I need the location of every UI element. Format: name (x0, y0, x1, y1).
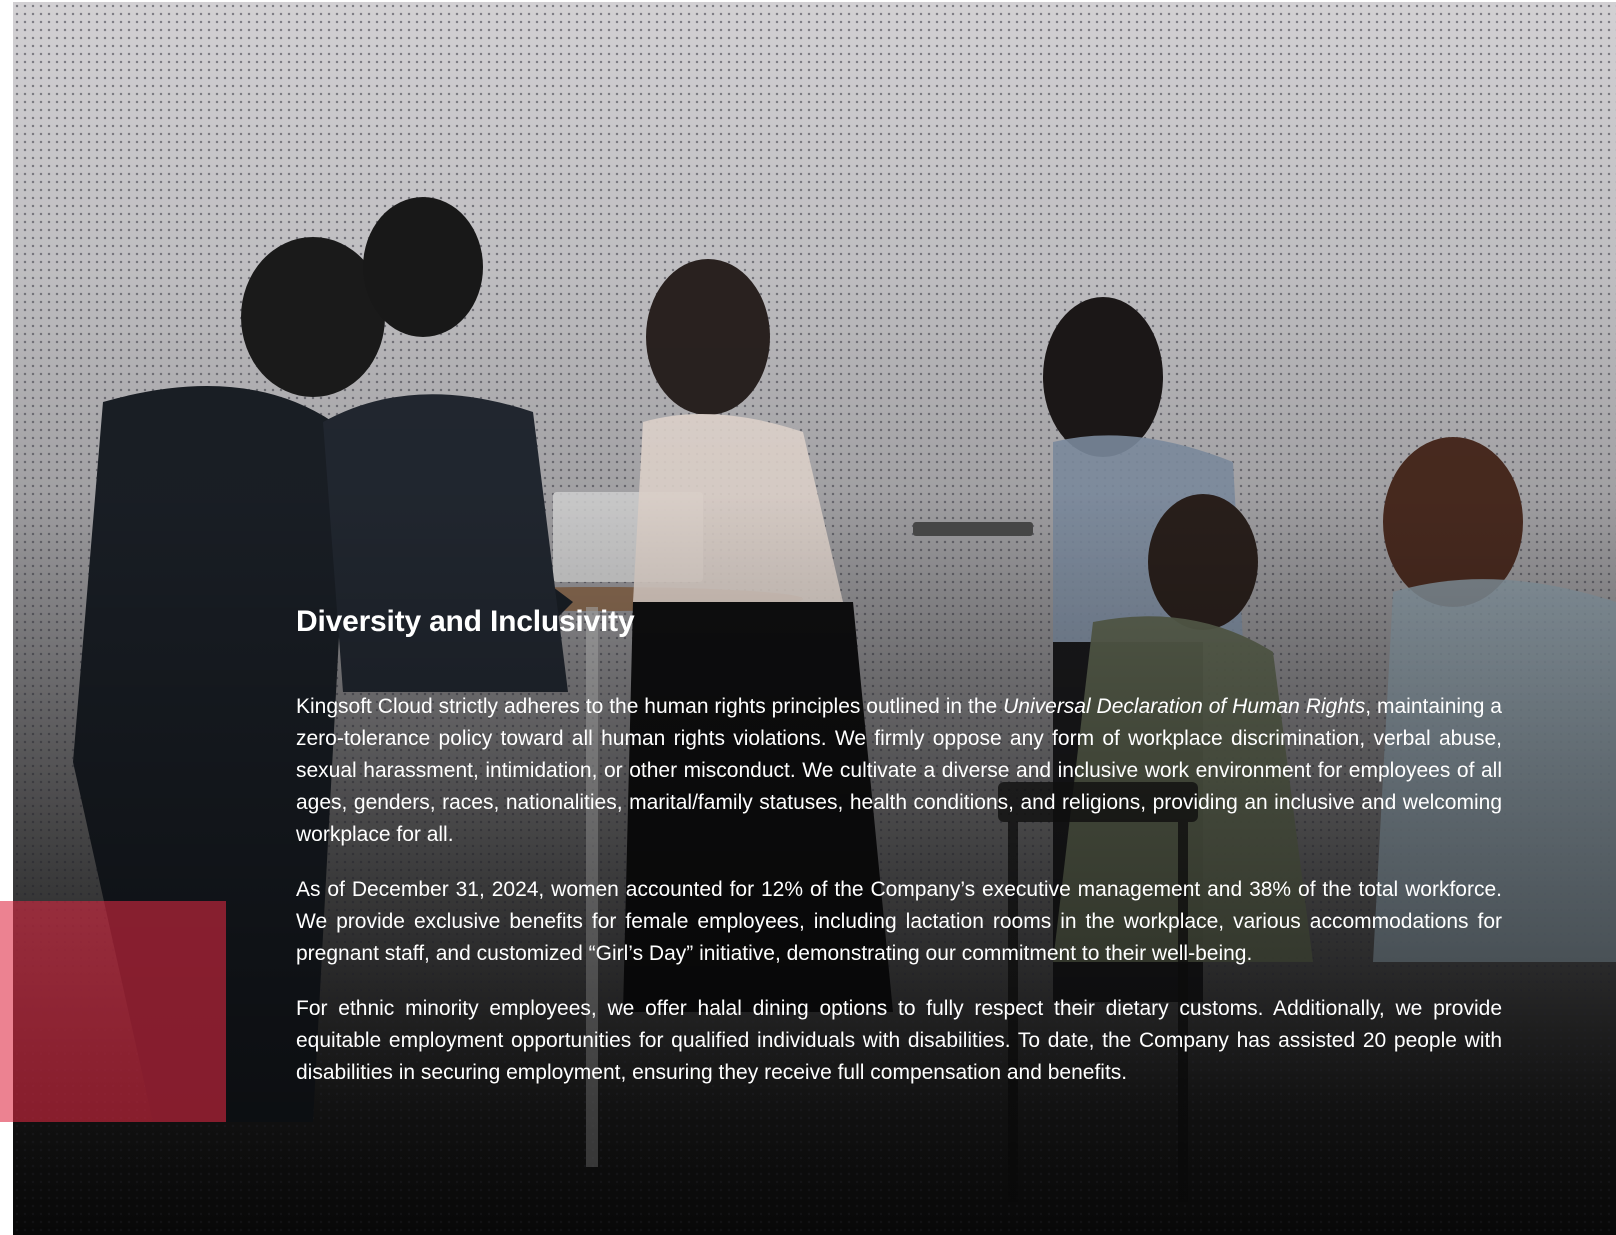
paragraph-1-text: Kingsoft Cloud strictly adheres to the h… (296, 695, 1004, 718)
udhr-title: Universal Declaration of Human Rights (1003, 695, 1366, 718)
paragraph-women-workforce: As of December 31, 2024, women accounted… (296, 878, 1502, 965)
paragraph-minority-disability: For ethnic minority employees, we offer … (296, 997, 1502, 1084)
paragraph-human-rights: Kingsoft Cloud strictly adheres to the h… (296, 691, 1502, 851)
section-content: Diversity and Inclusivity Kingsoft Cloud… (296, 600, 1502, 1089)
section-title: Diversity and Inclusivity (296, 605, 635, 638)
report-page: Diversity and Inclusivity Kingsoft Cloud… (0, 0, 1616, 1235)
accent-block (0, 901, 226, 1122)
